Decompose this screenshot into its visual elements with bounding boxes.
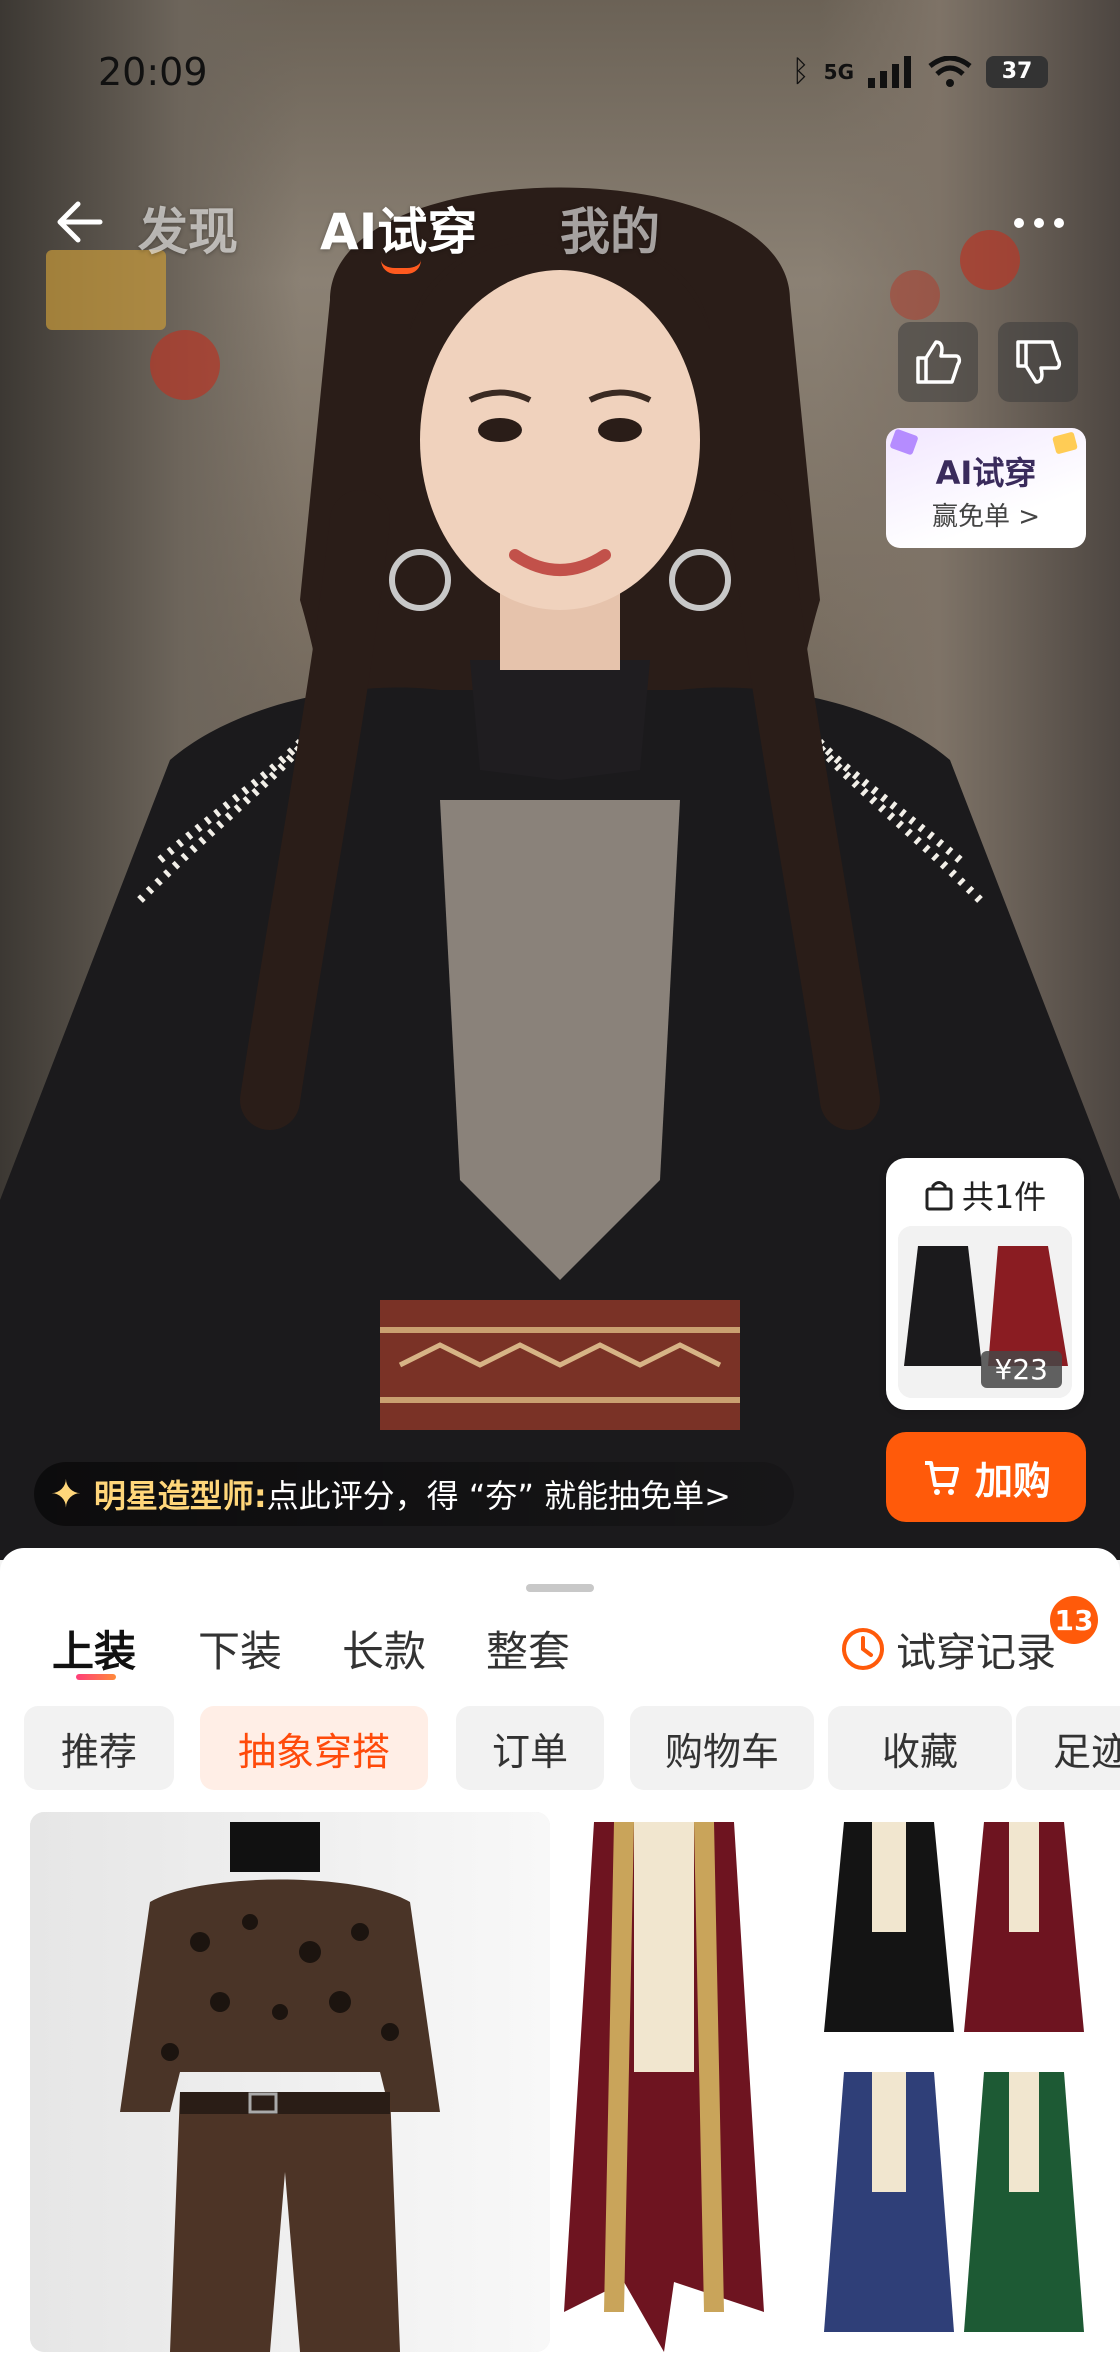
cart-count: 共1件	[961, 1178, 1047, 1216]
chip-history[interactable]: 足迹	[1016, 1706, 1120, 1790]
top-nav: 发现 AI试穿 我的	[0, 186, 1120, 274]
stylist-label: 明星造型师:	[93, 1477, 267, 1515]
tryon-history-button[interactable]: 试穿记录	[840, 1620, 1056, 1678]
status-icons: ᛒ 5G 37	[792, 54, 1048, 89]
stylist-message: 点此评分，得 “夯” 就能抽免单>	[266, 1477, 731, 1515]
back-arrow-icon[interactable]	[52, 192, 112, 252]
ai-tryon-promo-card[interactable]: AI试穿 赢免单 >	[886, 428, 1086, 548]
cart-preview-card[interactable]: 共1件 ¥23	[886, 1158, 1084, 1410]
chip-cart[interactable]: 购物车	[630, 1706, 814, 1790]
product-image	[564, 1812, 1094, 2352]
tab-discover[interactable]: 发现	[138, 192, 238, 264]
add-to-cart-label: 加购	[974, 1458, 1051, 1503]
promo-title: AI试穿	[935, 454, 1037, 492]
filter-chips: 推荐 抽象穿搭 订单 购物车 收藏 足迹	[24, 1706, 1120, 1792]
sheet-grabber[interactable]	[526, 1584, 594, 1592]
cart-item-thumbnail: ¥23	[898, 1226, 1072, 1398]
network-label: 5G	[823, 59, 854, 84]
thumbs-down-icon	[1016, 340, 1062, 384]
tab-bottoms[interactable]: 下装	[198, 1618, 282, 1679]
chip-orders[interactable]: 订单	[456, 1706, 604, 1790]
tab-full-set[interactable]: 整套	[486, 1618, 570, 1679]
bluetooth-icon: ᛒ	[791, 54, 810, 89]
signal-icon	[868, 55, 911, 88]
shopping-bag-icon	[925, 1181, 953, 1211]
product-card[interactable]	[30, 1812, 550, 2352]
product-image	[30, 1812, 550, 2352]
tab-tops[interactable]: 上装	[52, 1618, 136, 1679]
cart-icon	[924, 1461, 959, 1495]
history-count-badge: 13	[1050, 1596, 1098, 1644]
tab-mine[interactable]: 我的	[560, 192, 660, 264]
cart-price: ¥23	[980, 1351, 1062, 1388]
thumbs-up-icon	[916, 340, 962, 384]
category-tab-indicator	[76, 1674, 116, 1680]
promo-subtitle: 赢免单 >	[931, 502, 1041, 532]
product-card[interactable]	[564, 1812, 1094, 2352]
tab-long[interactable]: 长款	[342, 1618, 426, 1679]
chip-recommend[interactable]: 推荐	[24, 1706, 174, 1790]
more-icon[interactable]	[1014, 208, 1084, 238]
stylist-rating-bar[interactable]: ✦ 明星造型师: 点此评分，得 “夯” 就能抽免单>	[34, 1462, 794, 1526]
clock-icon	[842, 1628, 884, 1670]
history-label: 试穿记录	[896, 1630, 1056, 1676]
status-time: 20:09	[98, 50, 208, 94]
battery-indicator: 37	[986, 55, 1048, 88]
tab-ai-tryon[interactable]: AI试穿	[320, 192, 477, 264]
wifi-icon	[928, 55, 972, 87]
chip-favorites[interactable]: 收藏	[828, 1706, 1012, 1790]
add-to-cart-button[interactable]: 加购	[886, 1432, 1086, 1522]
thumbs-down-button[interactable]	[998, 322, 1078, 402]
chip-abstract-outfit[interactable]: 抽象穿搭	[200, 1706, 428, 1790]
thumbs-up-button[interactable]	[898, 322, 978, 402]
outfit-picker-sheet: 上装 下装 长款 整套 试穿记录 13 推荐 抽象穿搭 订单 购物车 收藏 足迹	[0, 1548, 1120, 2374]
sparkle-icon: ✦	[50, 1472, 82, 1516]
